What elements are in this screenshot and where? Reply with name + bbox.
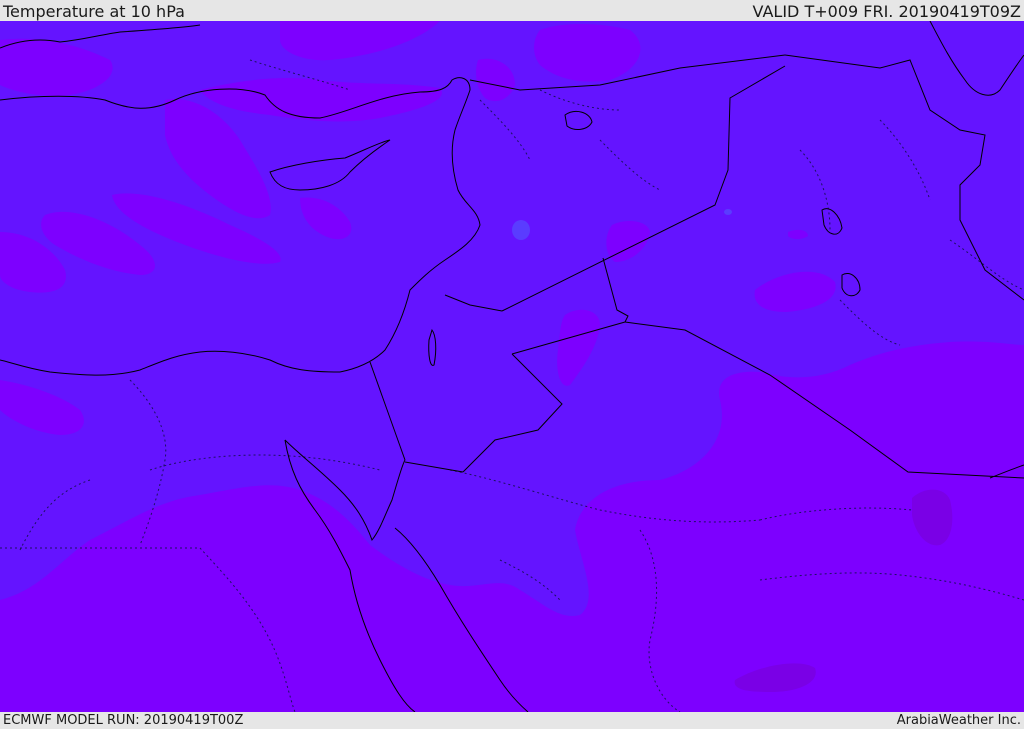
weather-map [0, 21, 1024, 712]
cool-spot-iraq [724, 209, 732, 215]
model-run: ECMWF MODEL RUN: 20190419T00Z [3, 713, 244, 728]
map-title: Temperature at 10 hPa [3, 2, 185, 21]
header-bar: Temperature at 10 hPa VALID T+009 FRI. 2… [0, 0, 1024, 21]
credit: ArabiaWeather Inc. [896, 713, 1021, 728]
cool-spot-syria [512, 220, 530, 240]
footer-bar: ECMWF MODEL RUN: 20190419T00Z ArabiaWeat… [0, 712, 1024, 729]
map-canvas [0, 21, 1024, 712]
valid-time: VALID T+009 FRI. 20190419T09Z [752, 2, 1021, 21]
